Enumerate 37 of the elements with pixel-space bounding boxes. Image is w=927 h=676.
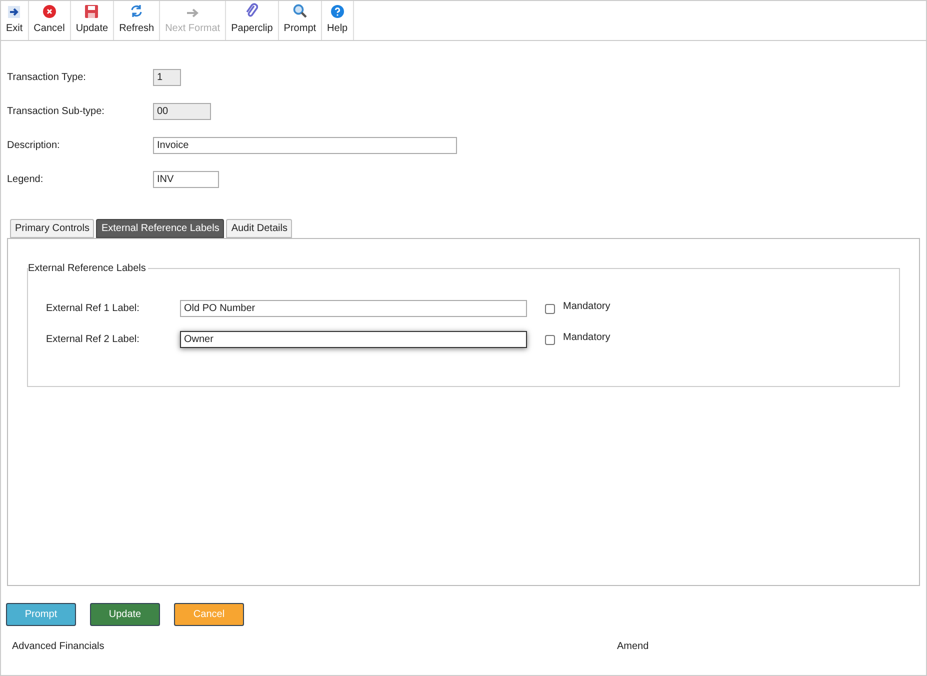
close-icon — [42, 5, 56, 18]
input-field[interactable]: Old PO Number — [180, 300, 527, 317]
toolbar-button[interactable]: Exit — [1, 1, 29, 40]
field-label: Transaction Type: — [7, 71, 87, 85]
field-label: External Ref 1 Label: — [46, 302, 140, 316]
arrow-icon — [186, 8, 200, 18]
group-title: External Reference Labels — [28, 262, 147, 276]
checkbox-label: Mandatory — [563, 331, 610, 345]
checkbox[interactable] — [545, 334, 555, 344]
toolbar-button[interactable]: Prompt — [278, 1, 322, 40]
status-mode: Amend — [617, 640, 649, 654]
input-field[interactable]: INV — [153, 171, 219, 188]
toolbar-button[interactable]: Update — [70, 1, 114, 40]
paperclip-icon — [245, 3, 258, 18]
toolbar-button[interactable]: Cancel — [28, 1, 71, 40]
field-label: Transaction Sub-type: — [7, 105, 106, 119]
field-label: Legend: — [7, 173, 44, 187]
arrow-icon — [8, 6, 20, 18]
input-field[interactable]: Owner — [180, 331, 527, 348]
field-label: Description: — [7, 139, 61, 153]
help-icon — [330, 5, 344, 18]
input-field[interactable]: 00 — [153, 103, 211, 120]
input-field[interactable]: Invoice — [153, 137, 457, 154]
tab[interactable]: External Reference Labels — [96, 219, 224, 238]
checkbox-label: Mandatory — [563, 300, 610, 314]
checkbox[interactable] — [545, 304, 555, 314]
toolbar-button[interactable]: Help — [322, 1, 354, 40]
status-module: Advanced Financials — [12, 640, 106, 654]
tab[interactable]: Audit Details — [226, 219, 292, 238]
search-icon — [292, 4, 307, 18]
toolbar-button[interactable]: Refresh — [114, 1, 160, 40]
input-field[interactable]: 1 — [153, 69, 181, 86]
action-button[interactable]: Update — [90, 603, 160, 626]
field-label: External Ref 2 Label: — [46, 333, 140, 347]
tab[interactable]: Primary Controls — [10, 219, 94, 238]
refresh-icon — [130, 4, 144, 18]
toolbar-button[interactable]: Paperclip — [226, 1, 279, 40]
